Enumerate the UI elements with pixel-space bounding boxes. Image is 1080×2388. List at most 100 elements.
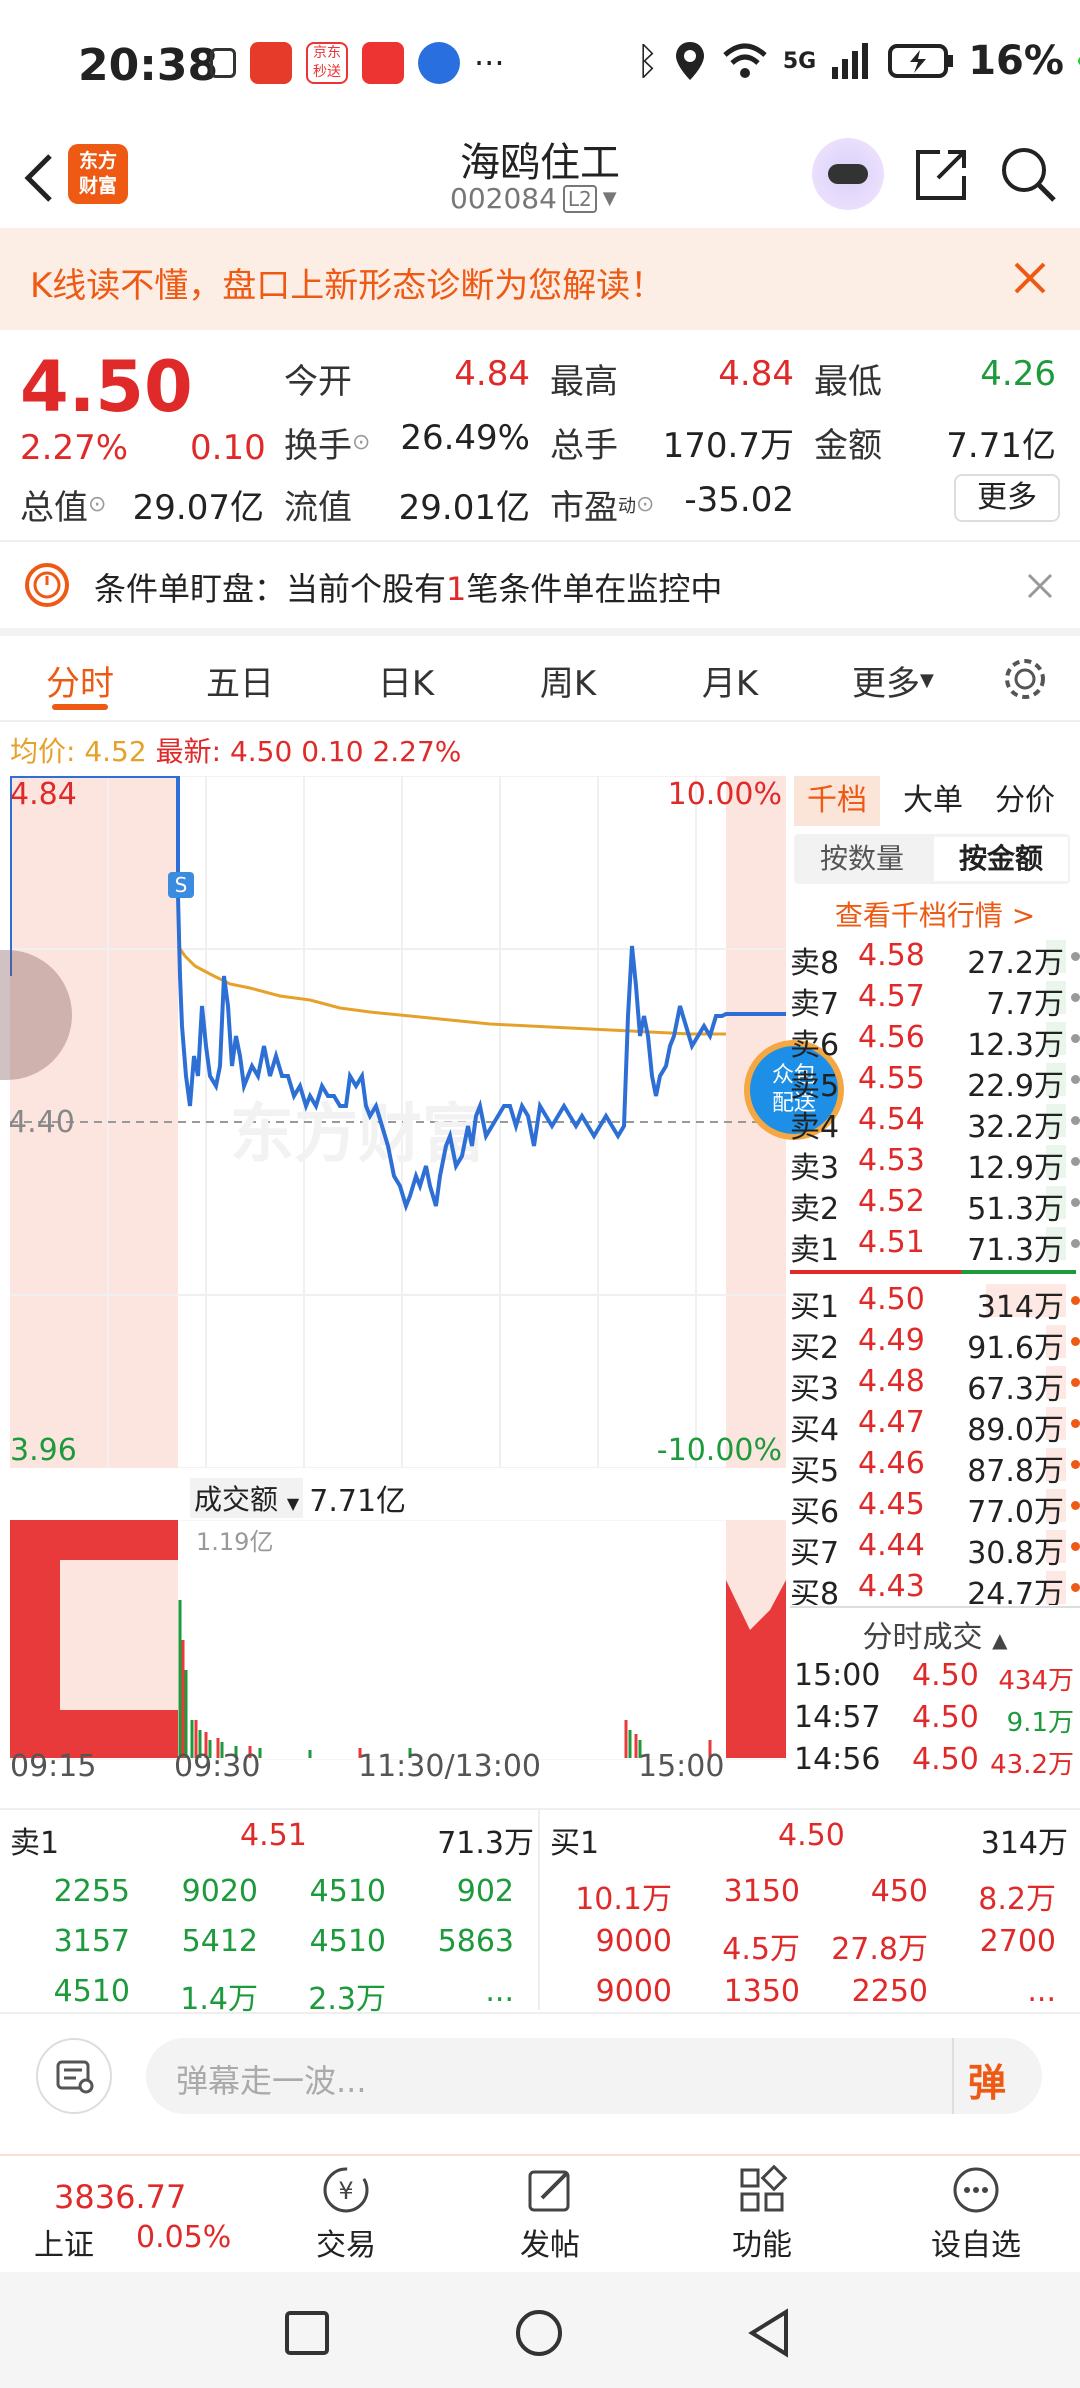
book-price: 4.52 [858, 1184, 925, 1219]
edit-icon [528, 2170, 570, 2212]
book-row[interactable]: 卖5 4.55 22.9万 [790, 1059, 1080, 1104]
book-level-label: 买6 [790, 1495, 840, 1530]
alert-pre: 条件单盯盘：当前个股有 [94, 570, 447, 608]
trade-time: 14:56 [794, 1742, 881, 1777]
chevron-down-icon: ▼ [920, 670, 934, 691]
volume-chart[interactable]: 1.19亿 [10, 1520, 786, 1760]
book-level-label: 买1 [790, 1290, 840, 1325]
baidu-icon [418, 42, 460, 84]
change-amount: 0.10 [190, 428, 266, 468]
danmu-settings-icon[interactable] [36, 2038, 112, 2114]
stock-code-row[interactable]: 002084 L2 ▼ [450, 182, 617, 215]
ask1-price: 4.51 [240, 1818, 307, 1853]
book-price: 4.43 [858, 1569, 925, 1604]
book-row[interactable]: 买3 4.48 67.3万 [790, 1362, 1080, 1407]
nav-trade-label: 交易 [316, 2228, 376, 2263]
book-volume: 314万 [976, 1290, 1064, 1325]
close-icon[interactable] [1012, 260, 1048, 296]
book-row[interactable]: 卖8 4.58 27.2万 [790, 936, 1080, 981]
book-row[interactable]: 卖1 4.51 71.3万 [790, 1223, 1080, 1268]
search-icon[interactable] [998, 144, 1058, 204]
promo-banner[interactable]: K线读不懂，盘口上新形态诊断为您解读！ [0, 228, 1080, 330]
mcap-label-row[interactable]: 总值 ⊙ [20, 480, 106, 529]
book-volume: 22.9万 [967, 1069, 1064, 1104]
tick-cell: 1350 [723, 1974, 800, 2009]
sort-by-amount[interactable]: 按金额 [934, 837, 1068, 881]
book-row[interactable]: 买1 4.50 314万 [790, 1280, 1080, 1325]
y-min-label: 3.96 [10, 1433, 77, 1468]
volume-selector[interactable]: 成交额 ▼ [190, 1478, 304, 1518]
tab-price-dist[interactable]: 分价 [982, 776, 1068, 826]
nav-functions[interactable]: 功能 [712, 2164, 812, 2264]
pe-label-row[interactable]: 市盈动 ⊙ [550, 480, 654, 529]
status-dot-icon [1071, 1501, 1080, 1510]
nav-watchlist[interactable]: 设自选 [916, 2164, 1036, 2264]
nav-post[interactable]: 发帖 [500, 2164, 600, 2264]
assistant-avatar-icon[interactable] [812, 138, 884, 210]
alert-bar[interactable]: 条件单盯盘：当前个股有1笔条件单在监控中 [0, 542, 1080, 628]
divider [0, 628, 1080, 636]
close-icon[interactable] [1026, 572, 1054, 600]
book-row[interactable]: 买8 4.43 24.7万 [790, 1567, 1080, 1605]
danmu-button[interactable]: 弹 [968, 2052, 1006, 2107]
index-name[interactable]: 上证 [34, 2220, 94, 2264]
y-max-label: 4.84 [10, 777, 77, 812]
book-row[interactable]: 买6 4.45 77.0万 [790, 1485, 1080, 1530]
book-row[interactable]: 买4 4.47 89.0万 [790, 1403, 1080, 1448]
trades-title-row[interactable]: 分时成交 ▲ [790, 1612, 1080, 1656]
back-nav-icon[interactable] [746, 2308, 792, 2358]
bid1-label: 买1 [550, 1826, 600, 1861]
book-row[interactable]: 卖7 4.57 7.7万 [790, 977, 1080, 1022]
intraday-chart[interactable]: 东方财富 4.84 4.40 3.96 10.00% -10.00% S [10, 776, 786, 1468]
book-row[interactable]: 卖2 4.52 51.3万 [790, 1182, 1080, 1227]
book-price: 4.54 [858, 1102, 925, 1137]
turnover-label-row[interactable]: 换手 ⊙ [284, 418, 370, 467]
tick-cell: 9020 [181, 1874, 258, 1909]
view-depth-link[interactable]: 查看千档行情 > [790, 894, 1080, 934]
index-value[interactable]: 3836.77 [54, 2178, 186, 2216]
nav-post-label: 发帖 [520, 2228, 580, 2263]
tab-more[interactable]: 更多 ▼ [852, 656, 934, 705]
book-volume: 87.8万 [967, 1454, 1064, 1489]
book-row[interactable]: 买5 4.46 87.8万 [790, 1444, 1080, 1489]
ask1-orders: 2255 9020 4510 902 3157 5412 4510 5863 4510 1.4万 2… [0, 1868, 538, 2018]
price-info-line: 均价: 4.52 最新: 4.50 0.10 2.27% [10, 730, 461, 770]
ask-list: 卖8 4.58 27.2万 卖7 4.57 7.7万 卖6 4.56 12.3万 卖5 4.55 22… [790, 936, 1080, 1268]
book-volume: 67.3万 [967, 1372, 1064, 1407]
more-notif-icon: ··· [474, 44, 505, 82]
app-icon [250, 42, 292, 84]
tab-intraday[interactable]: 分时 [30, 656, 130, 705]
status-dot-icon [1071, 952, 1080, 961]
tab-monthly-k[interactable]: 月K [680, 656, 780, 705]
tab-daily-k[interactable]: 日K [356, 656, 456, 705]
alert-count: 1 [446, 570, 467, 608]
danmu-input[interactable]: 弹幕走一波... 弹 [146, 2038, 1042, 2114]
book-row[interactable]: 卖6 4.56 12.3万 [790, 1018, 1080, 1063]
tick-cell: 2255 [53, 1874, 130, 1909]
more-button[interactable]: 更多 [954, 474, 1060, 522]
nav-trade[interactable]: ¥ 交易 [296, 2164, 396, 2264]
recents-icon[interactable] [284, 2310, 330, 2356]
tab-5day[interactable]: 五日 [190, 656, 290, 705]
tab-level-1000[interactable]: 千档 [794, 776, 880, 826]
gear-icon[interactable] [1002, 656, 1048, 702]
share-icon[interactable] [912, 144, 972, 204]
sort-by-qty[interactable]: 按数量 [794, 834, 930, 884]
volume-header[interactable]: 成交额 ▼ 7.71亿 [190, 1476, 406, 1520]
book-row[interactable]: 买2 4.49 91.6万 [790, 1321, 1080, 1366]
book-row[interactable]: 卖4 4.54 32.2万 [790, 1100, 1080, 1145]
book-price: 4.55 [858, 1061, 925, 1096]
index-pct[interactable]: 0.05% [136, 2220, 231, 2255]
tab-big-orders[interactable]: 大单 [890, 776, 976, 826]
book-volume: 30.8万 [967, 1536, 1064, 1571]
book-level-label: 买2 [790, 1331, 840, 1366]
book-row[interactable]: 卖3 4.53 12.9万 [790, 1141, 1080, 1186]
mcap-value: 29.07亿 [132, 488, 264, 528]
float-label: 流值 [284, 488, 352, 528]
trade-row: 14:56 4.50 43.2万 [790, 1740, 1080, 1782]
amount-value: 7.71亿 [946, 426, 1056, 466]
signal-icon [832, 43, 869, 79]
book-row[interactable]: 买7 4.44 30.8万 [790, 1526, 1080, 1571]
home-icon[interactable] [514, 2308, 564, 2358]
tab-weekly-k[interactable]: 周K [518, 656, 618, 705]
